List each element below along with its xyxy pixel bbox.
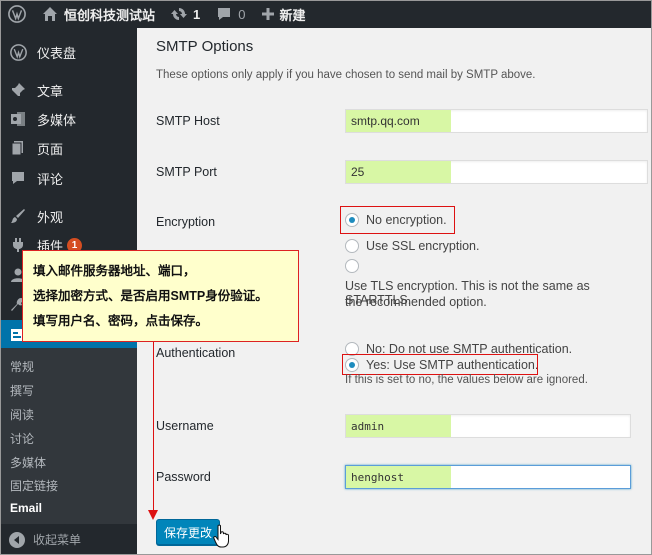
updates-count: 1 [193,6,201,22]
username-label: Username [156,419,214,433]
smtp-port-label: SMTP Port [156,165,217,179]
submenu-item-general[interactable]: 常规 [10,358,34,375]
page-icon [9,139,27,157]
submenu-item-writing[interactable]: 撰写 [10,382,34,399]
instruction-callout: 填入邮件服务器地址、端口， 选择加密方式、是否启用SMTP身份验证。 填写用户名… [22,250,299,342]
collapse-menu-button[interactable]: 收起菜单 [9,531,81,548]
annotation-box-authentication [342,354,538,375]
callout-line-3: 填写用户名、密码，点击保存。 [33,314,209,328]
sidebar-item-label: 仪表盘 [37,45,77,61]
comment-icon [218,8,231,20]
sidebar-item-label: 外观 [37,209,64,225]
section-description: These options only apply if you have cho… [156,69,536,81]
dashboard-icon [9,43,27,61]
new-label: 新建 [279,7,306,23]
password-label: Password [156,470,211,484]
sidebar-item-comments[interactable]: 评论 [0,163,137,193]
refresh-icon [171,8,188,20]
sidebar-item-dashboard[interactable]: 仪表盘 [0,37,137,67]
smtp-host-label: SMTP Host [156,114,220,128]
submenu-item-media[interactable]: 多媒体 [10,454,46,471]
authentication-label: Authentication [156,346,236,360]
hand-cursor-icon [213,524,229,548]
sidebar-item-label: 文章 [37,83,64,99]
encryption-ssl-radio[interactable] [345,239,359,253]
submenu-item-email[interactable]: Email [10,501,42,515]
site-name-link[interactable]: 恒创科技测试站 [34,0,163,28]
site-name: 恒创科技测试站 [64,7,156,23]
save-button[interactable]: 保存更改 [156,519,220,545]
sidebar-item-pages[interactable]: 页面 [0,133,137,163]
comment-icon [9,169,27,187]
smtp-host-value: smtp.qq.com [346,110,451,132]
annotation-arrow-line [153,342,154,512]
updates-link[interactable]: 1 [163,0,208,28]
comments-count: 0 [238,6,246,22]
username-input[interactable]: admin [345,414,631,438]
sidebar-item-label: 多媒体 [37,112,77,128]
section-title: SMTP Options [156,38,254,55]
collapse-arrow-icon [9,531,25,548]
smtp-port-input[interactable]: 25 [345,160,648,184]
sidebar-item-appearance[interactable]: 外观 [0,201,137,231]
sidebar-item-posts[interactable]: 文章 [0,75,137,105]
submenu-item-reading[interactable]: 阅读 [10,406,34,423]
password-input[interactable]: henghost [345,465,631,489]
media-icon [9,110,27,128]
sidebar-item-label: 评论 [37,171,64,187]
password-value: henghost [346,466,451,488]
new-content-link[interactable]: 新建 [253,0,313,28]
home-icon [43,7,57,21]
sidebar-item-media[interactable]: 多媒体 [0,104,137,134]
encryption-tls-note: the recommended option. [345,295,487,309]
admin-bar: 恒创科技测试站 1 0 新建 [0,0,652,28]
encryption-option-ssl[interactable]: Use SSL encryption. [345,239,479,253]
settings-submenu: 常规 撰写 阅读 讨论 多媒体 固定链接 Email [0,348,137,524]
encryption-tls-radio[interactable] [345,259,359,273]
encryption-option-tls[interactable] [345,259,366,273]
wordpress-logo-button[interactable] [0,0,34,28]
callout-line-1: 填入邮件服务器地址、端口， [33,264,196,278]
plus-icon [262,8,275,20]
wordpress-icon [8,5,26,23]
pin-icon [9,81,27,99]
brush-icon [9,207,27,225]
submenu-item-discussion[interactable]: 讨论 [10,430,34,447]
sidebar-item-label: 页面 [37,141,64,157]
collapse-menu-label: 收起菜单 [33,533,82,547]
submenu-item-permalinks[interactable]: 固定链接 [10,477,58,494]
smtp-port-value: 25 [346,161,451,183]
annotation-box-encryption [340,206,455,234]
authentication-note: If this is set to no, the values below a… [345,374,588,386]
annotation-arrow-head [148,510,158,520]
comments-link[interactable]: 0 [208,0,253,28]
username-value: admin [346,415,451,437]
callout-line-2: 选择加密方式、是否启用SMTP身份验证。 [33,289,268,303]
encryption-label: Encryption [156,215,216,229]
encryption-ssl-label: Use SSL encryption. [366,239,480,253]
smtp-host-input[interactable]: smtp.qq.com [345,109,648,133]
